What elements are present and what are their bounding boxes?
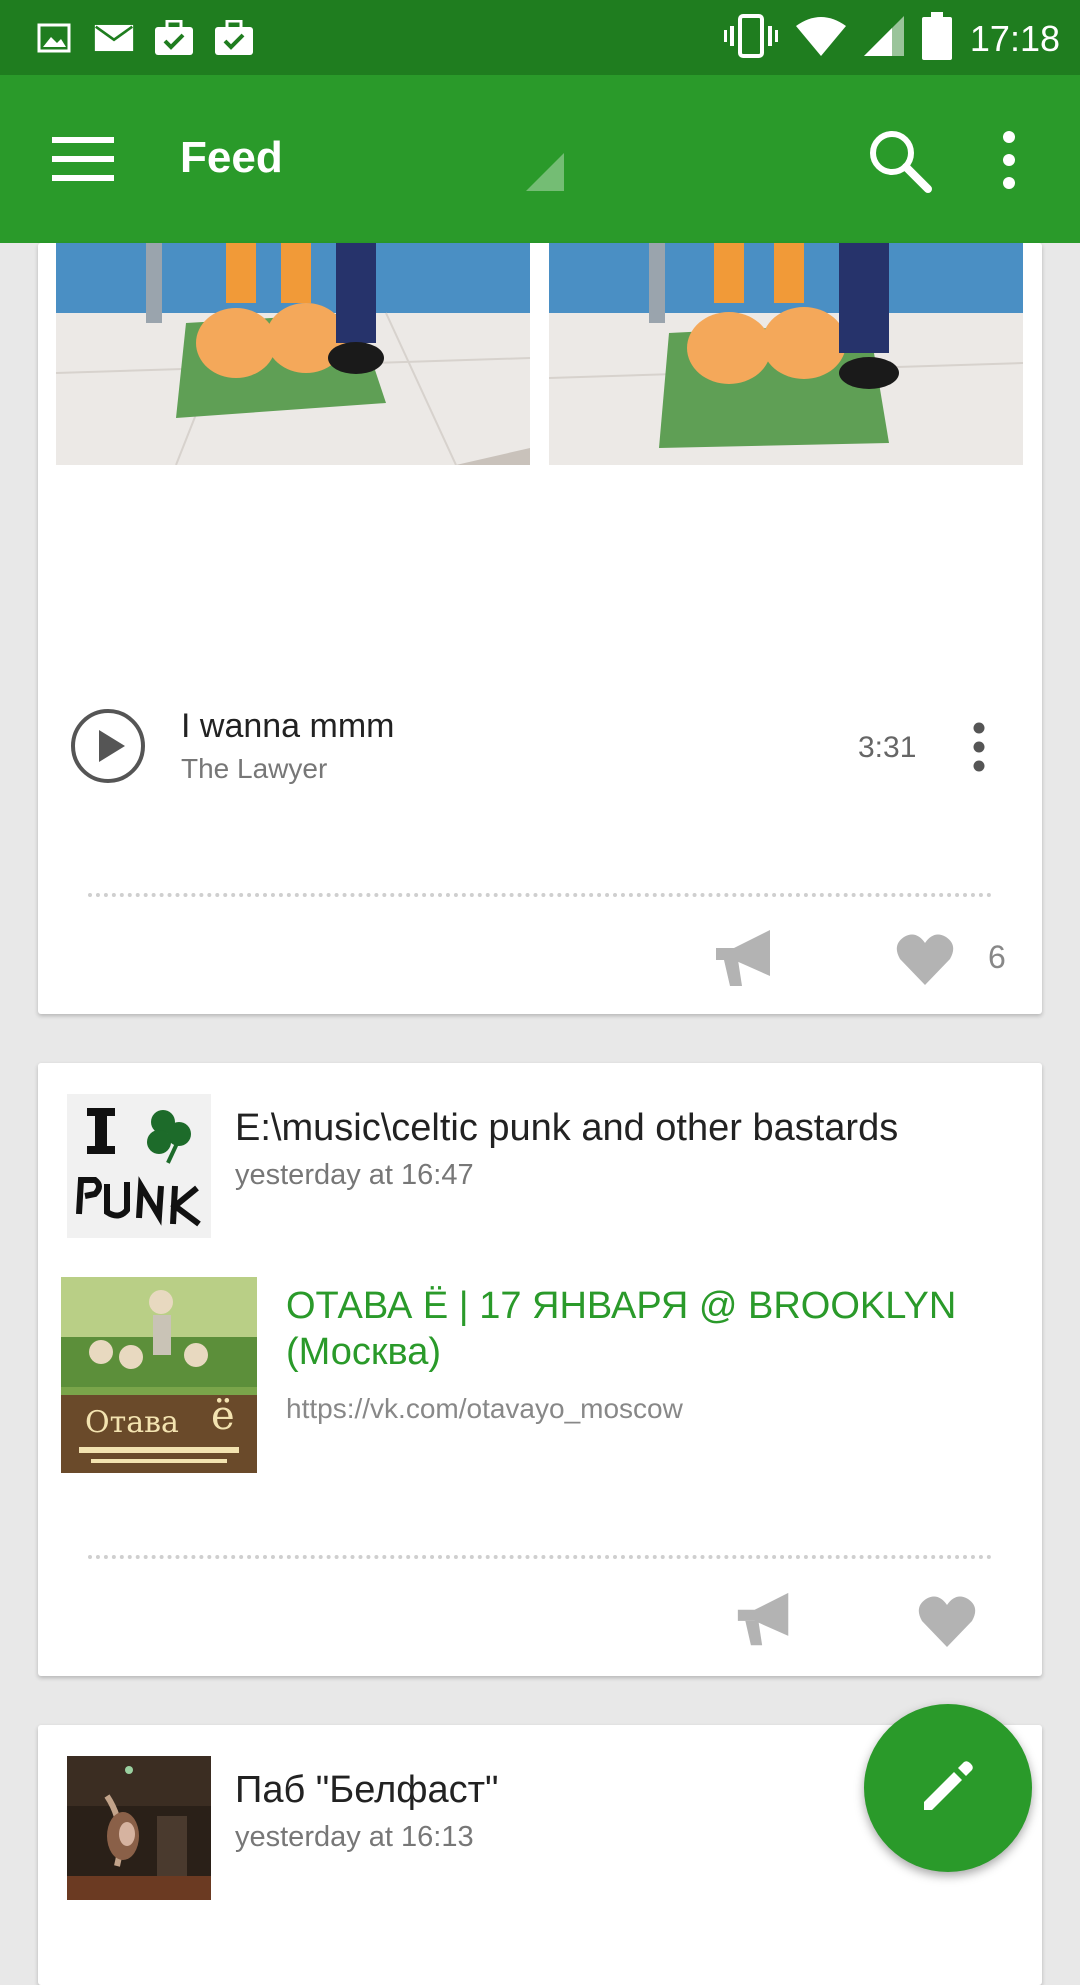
svg-text:ё: ё	[211, 1393, 235, 1439]
link-thumbnail[interactable]: Отава ё	[61, 1277, 257, 1473]
audio-track[interactable]: I wanna mmm The Lawyer 3:31	[38, 693, 1042, 803]
repost-icon[interactable]	[736, 1592, 792, 1653]
status-bar: 17:18	[0, 0, 1080, 75]
avatar[interactable]	[67, 1756, 211, 1900]
briefcase-check-icon	[154, 18, 194, 58]
divider	[88, 1555, 992, 1559]
compose-button[interactable]	[864, 1704, 1032, 1872]
feed-card: E:\music\celtic punk and other bastards …	[38, 1063, 1042, 1676]
post-photo[interactable]	[549, 243, 1023, 465]
track-duration: 3:31	[858, 731, 917, 764]
like-count: 6	[988, 939, 1006, 975]
vibrate-icon	[723, 14, 778, 63]
dropdown-triangle-icon[interactable]	[526, 153, 564, 196]
app-toolbar: Feed	[0, 75, 1080, 243]
briefcase-check-icon	[214, 18, 254, 58]
pencil-icon	[920, 1758, 976, 1819]
more-vert-icon[interactable]	[990, 127, 1028, 193]
battery-icon	[921, 12, 952, 65]
play-icon[interactable]	[70, 708, 146, 789]
clock: 17:18	[969, 17, 1060, 59]
post-author[interactable]: Паб "Белфаст"	[235, 1769, 499, 1812]
post-photo[interactable]	[56, 243, 530, 465]
repost-icon[interactable]	[714, 930, 774, 993]
like-icon[interactable]	[896, 933, 954, 990]
page-title[interactable]: Feed	[180, 133, 283, 183]
search-icon[interactable]	[866, 127, 932, 193]
mail-icon	[94, 18, 134, 58]
svg-text:Отава: Отава	[85, 1405, 179, 1440]
post-time: yesterday at 16:13	[235, 1821, 474, 1853]
more-vert-icon[interactable]	[972, 721, 986, 778]
link-title[interactable]: ОТАВА Ё | 17 ЯНВАРЯ @ BROOKLYN (Москва)	[286, 1283, 1006, 1375]
avatar[interactable]	[67, 1094, 211, 1238]
feed-card: I wanna mmm The Lawyer 3:31 6	[38, 243, 1042, 1014]
signal-icon	[863, 16, 904, 61]
link-url[interactable]: https://vk.com/otavayo_moscow	[286, 1393, 683, 1425]
hamburger-menu-icon[interactable]	[52, 131, 114, 187]
track-title: I wanna mmm	[181, 707, 395, 745]
post-time: yesterday at 16:47	[235, 1159, 474, 1191]
post-author[interactable]: E:\music\celtic punk and other bastards	[235, 1107, 898, 1150]
divider	[88, 893, 992, 897]
like-icon[interactable]	[918, 1595, 976, 1652]
image-icon	[34, 18, 74, 58]
track-artist: The Lawyer	[181, 753, 328, 784]
wifi-icon	[795, 16, 846, 61]
